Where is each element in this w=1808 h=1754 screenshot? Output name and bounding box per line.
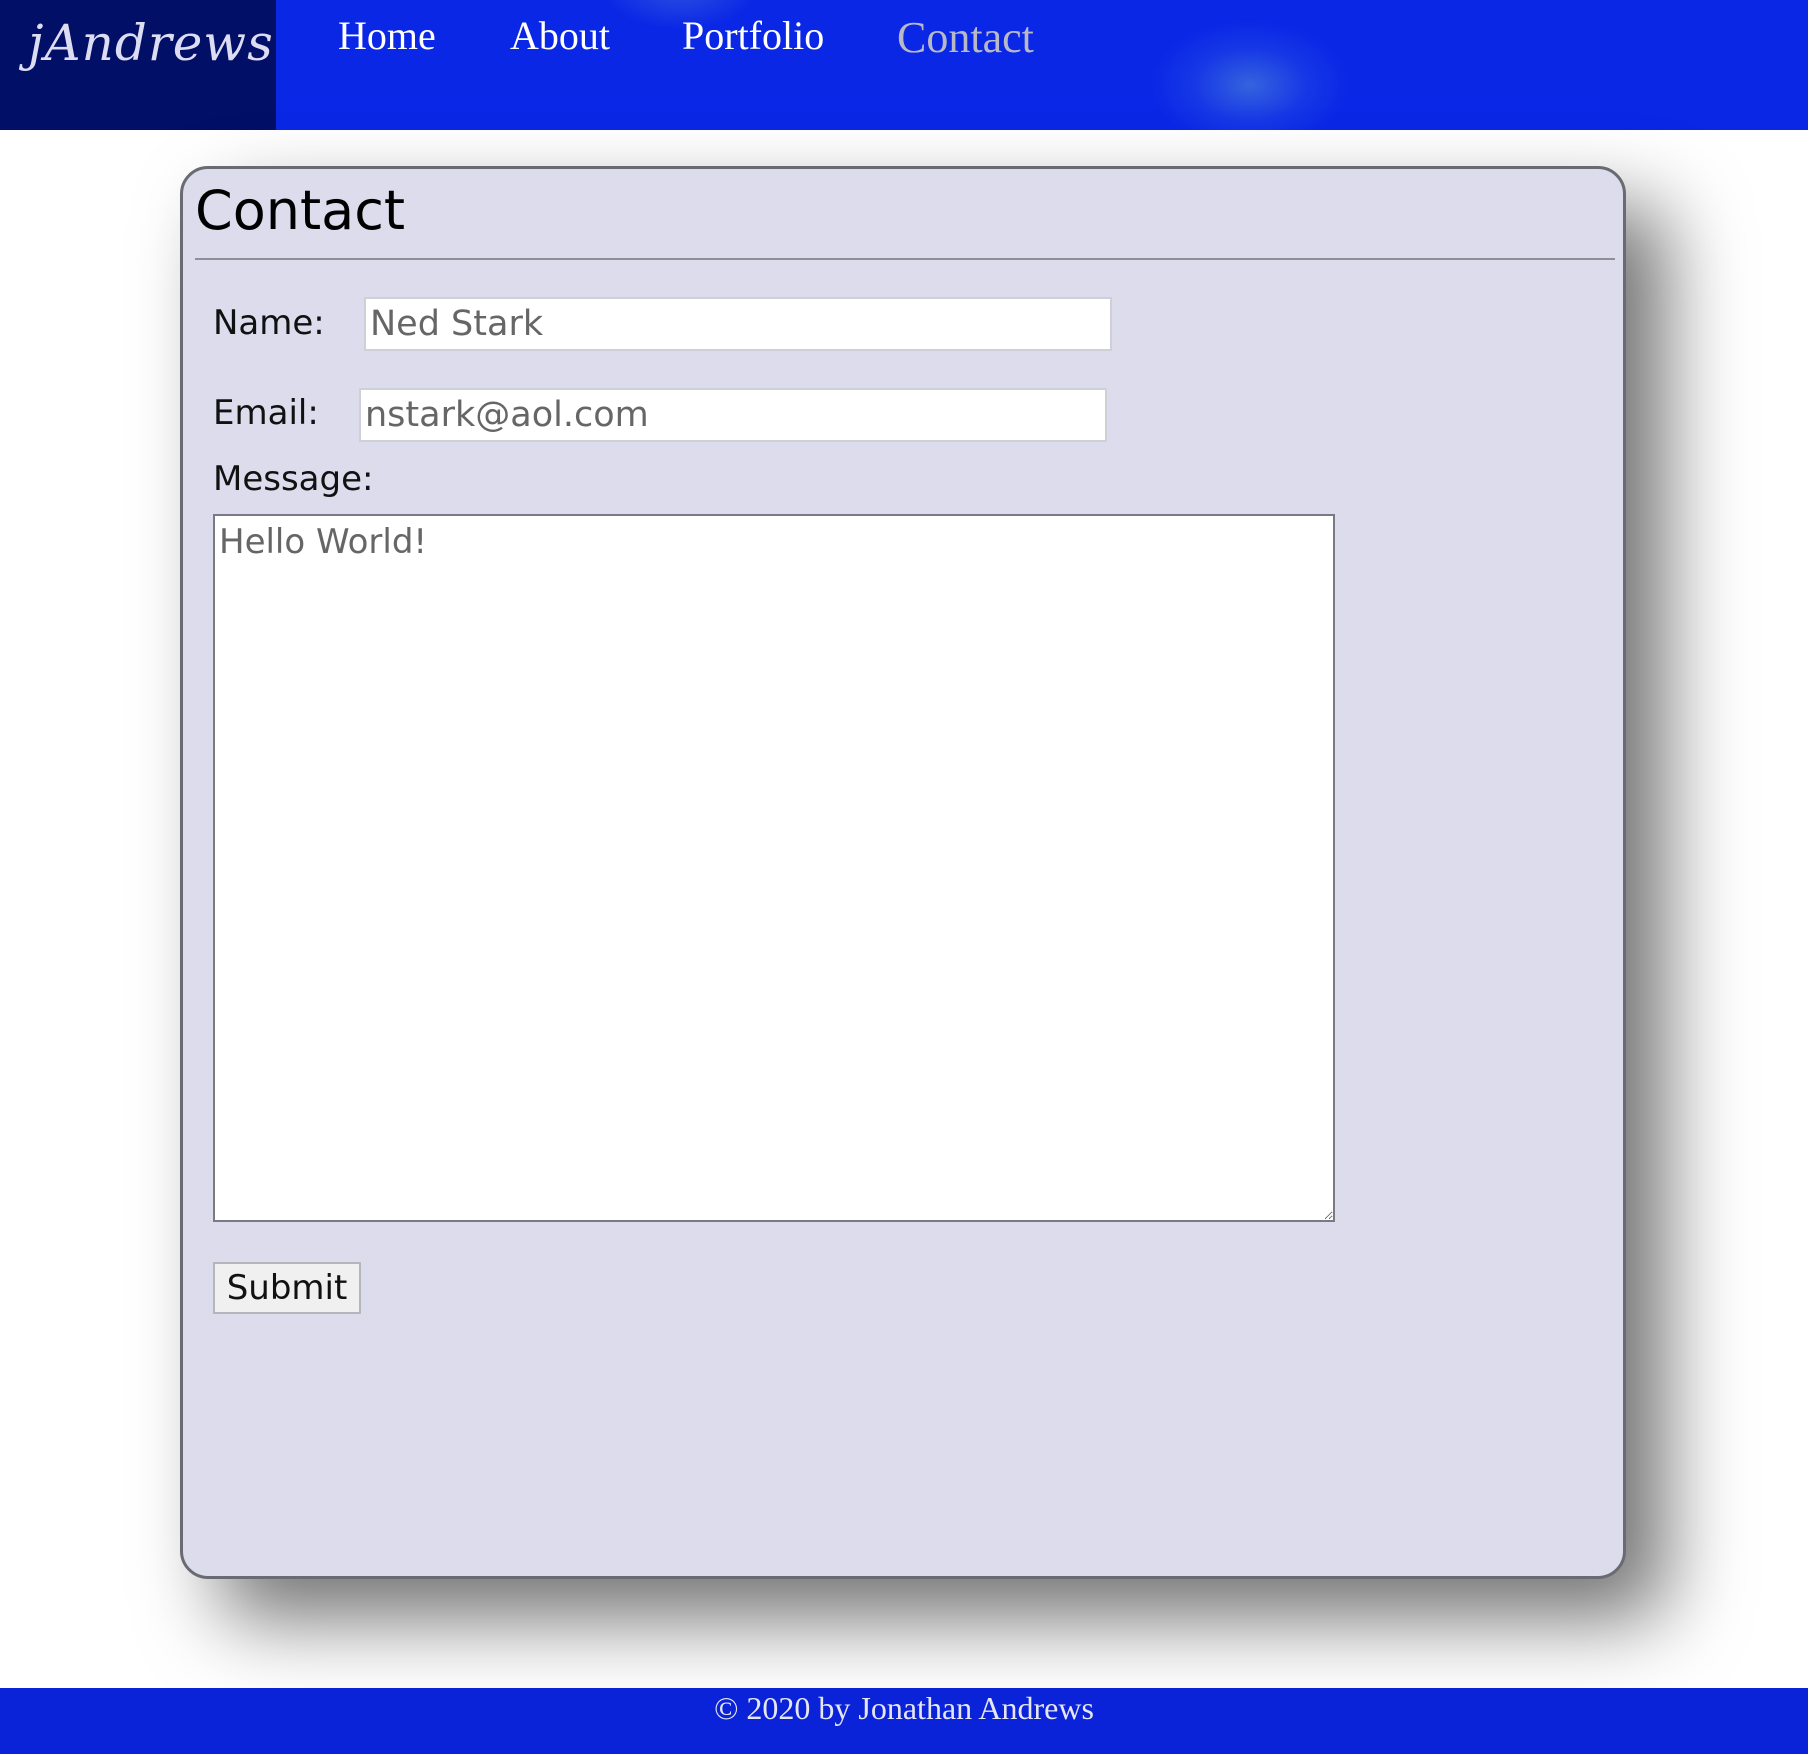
email-field[interactable] xyxy=(359,388,1107,442)
nav-link-portfolio[interactable]: Portfolio xyxy=(682,12,824,59)
name-field[interactable] xyxy=(364,297,1112,351)
contact-card: Contact Name: Email: Message: Hello Worl… xyxy=(180,166,1626,1579)
nav-link-home[interactable]: Home xyxy=(338,12,436,59)
header-glow-decoration xyxy=(1150,20,1350,130)
nav-link-about[interactable]: About xyxy=(510,12,610,59)
name-label: Name: xyxy=(213,303,325,343)
title-divider xyxy=(195,258,1615,260)
submit-button[interactable]: Submit xyxy=(213,1262,361,1314)
copyright-text: © 2020 by Jonathan Andrews xyxy=(714,1690,1094,1726)
nav-link-contact[interactable]: Contact xyxy=(897,12,1034,63)
site-header: jAndrews Home About Portfolio Contact xyxy=(0,0,1808,130)
message-textarea[interactable]: Hello World! xyxy=(213,514,1335,1222)
logo[interactable]: jAndrews xyxy=(0,0,276,130)
message-label: Message: xyxy=(213,459,374,499)
logo-text: jAndrews xyxy=(28,14,274,72)
page-title: Contact xyxy=(195,179,406,242)
site-footer: © 2020 by Jonathan Andrews xyxy=(0,1688,1808,1754)
email-label: Email: xyxy=(213,393,319,433)
